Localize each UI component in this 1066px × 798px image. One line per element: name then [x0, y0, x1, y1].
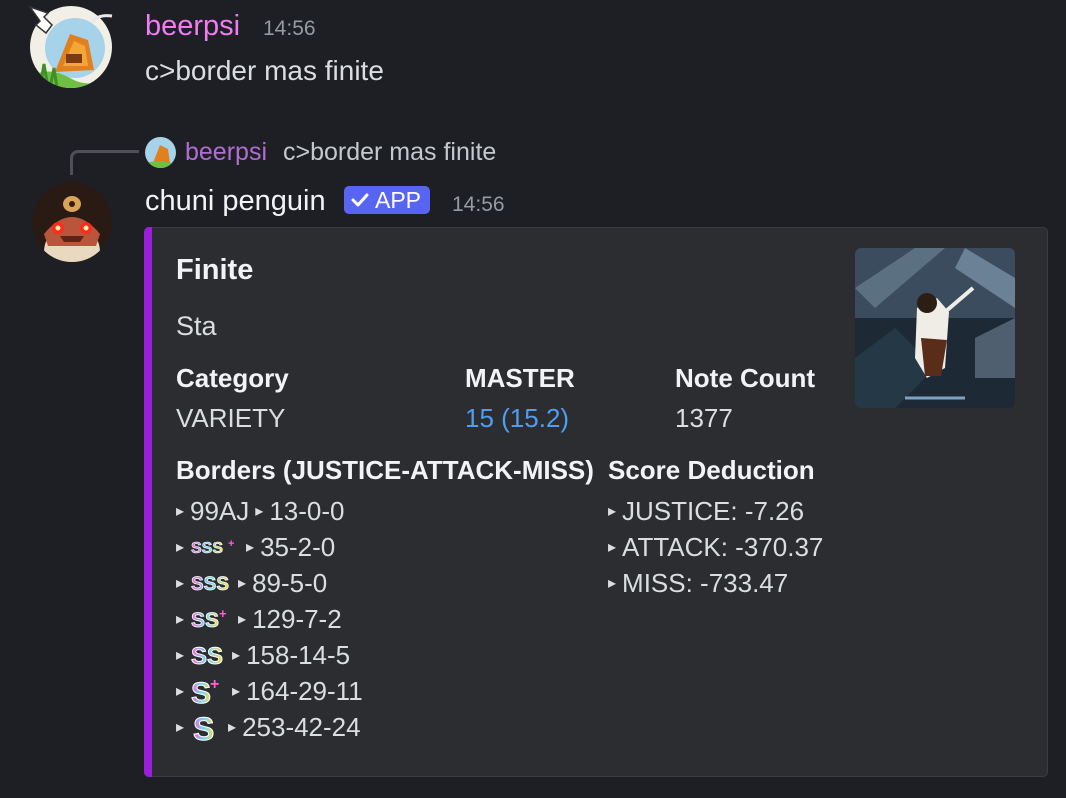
triangle-bullet-icon: ▸ — [608, 539, 617, 556]
sss-icon: SSS — [190, 572, 232, 594]
triangle-bullet-icon: ▸ — [608, 503, 617, 520]
triangle-bullet-icon: ▸ — [238, 575, 247, 592]
border-row: ▸ SSS ▸ 89-5-0 — [176, 566, 327, 600]
svg-text:+: + — [228, 538, 234, 550]
deduction-value: MISS: -733.47 — [622, 567, 789, 598]
field-score-deduction-name: Score Deduction — [608, 455, 815, 485]
triangle-bullet-icon: ▸ — [176, 503, 185, 520]
deduction-row: ▸ MISS: -733.47 — [608, 566, 788, 600]
svg-text:S: S — [193, 711, 214, 744]
sss-plus-icon: SSS + — [190, 537, 240, 557]
triangle-bullet-icon: ▸ — [228, 719, 237, 736]
app-badge-label: APP — [375, 186, 422, 213]
border-value: 158-14-5 — [246, 639, 351, 670]
svg-text:+: + — [210, 676, 219, 693]
triangle-bullet-icon: ▸ — [608, 575, 617, 592]
border-row: ▸ S + ▸ 164-29-11 — [176, 674, 363, 708]
field-borders-name: Borders (JUSTICE-ATTACK-MISS) — [176, 455, 594, 485]
field-notecount-name: Note Count — [675, 363, 816, 393]
svg-text:SS: SS — [191, 609, 219, 631]
deduction-value: ATTACK: -370.37 — [622, 531, 824, 562]
triangle-bullet-icon: ▸ — [176, 539, 185, 556]
border-value: 164-29-11 — [246, 675, 363, 706]
song-jacket-thumbnail[interactable] — [855, 248, 1015, 408]
border-value: 13-0-0 — [269, 495, 345, 526]
message-content: c>border mas finite — [145, 55, 384, 86]
triangle-bullet-icon: ▸ — [246, 539, 255, 556]
border-value: 89-5-0 — [252, 567, 328, 598]
embed-title[interactable]: Finite — [176, 254, 253, 287]
message-timestamp[interactable]: 14:56 — [263, 17, 316, 41]
s-plus-icon: S + — [190, 675, 226, 707]
author-name[interactable]: beerpsi — [145, 10, 240, 43]
app-badge: APP — [344, 186, 431, 214]
reply-connector — [70, 150, 139, 175]
reply-author[interactable]: beerpsi — [185, 138, 267, 167]
svg-text:SS: SS — [191, 643, 223, 668]
triangle-bullet-icon: ▸ — [255, 503, 264, 520]
border-row: ▸ SS + ▸ 129-7-2 — [176, 602, 342, 636]
triangle-bullet-icon: ▸ — [238, 611, 247, 628]
embed-accent-bar — [144, 227, 152, 777]
triangle-bullet-icon: ▸ — [176, 683, 185, 700]
svg-text:+: + — [219, 607, 227, 621]
triangle-bullet-icon: ▸ — [176, 719, 185, 736]
field-category-name: Category — [176, 363, 289, 393]
reply-avatar[interactable] — [145, 137, 176, 168]
pointing-hand-icon — [26, 3, 54, 42]
field-difficulty-value-link[interactable]: 15 (15.2) — [465, 403, 569, 434]
triangle-bullet-icon: ▸ — [232, 647, 241, 664]
deduction-value: JUSTICE: -7.26 — [622, 495, 805, 526]
triangle-bullet-icon: ▸ — [176, 575, 185, 592]
border-value: 253-42-24 — [242, 711, 361, 742]
border-row: ▸ 99AJ ▸ 13-0-0 — [176, 494, 344, 528]
border-value: 129-7-2 — [252, 603, 342, 634]
ss-plus-icon: SS + — [190, 607, 232, 631]
svg-text:SSS: SSS — [191, 574, 229, 594]
deduction-row: ▸ ATTACK: -370.37 — [608, 530, 823, 564]
border-rank-label: 99AJ — [190, 495, 250, 526]
checkmark-icon — [351, 193, 369, 207]
svg-text:S: S — [191, 677, 211, 707]
border-row: ▸ SS ▸ 158-14-5 — [176, 638, 350, 672]
triangle-bullet-icon: ▸ — [232, 683, 241, 700]
reply-content[interactable]: c>border mas finite — [283, 138, 496, 167]
field-category-value: VARIETY — [176, 403, 286, 433]
field-notecount-value: 1377 — [675, 403, 733, 433]
s-icon: S — [190, 710, 222, 745]
embed-description: Sta — [176, 311, 217, 341]
avatar-chuni-penguin[interactable] — [32, 182, 112, 262]
triangle-bullet-icon: ▸ — [176, 647, 185, 664]
border-row: ▸ SSS + ▸ 35-2-0 — [176, 530, 335, 564]
svg-text:SSS: SSS — [191, 540, 223, 557]
message-timestamp[interactable]: 14:56 — [452, 193, 505, 217]
triangle-bullet-icon: ▸ — [176, 611, 185, 628]
deduction-row: ▸ JUSTICE: -7.26 — [608, 494, 804, 528]
border-value: 35-2-0 — [260, 531, 336, 562]
author-name[interactable]: chuni penguin — [145, 185, 326, 218]
ss-icon: SS — [190, 642, 226, 668]
field-difficulty-name: MASTER — [465, 363, 575, 393]
border-row: ▸ S ▸ 253-42-24 — [176, 710, 361, 745]
brush-icon — [90, 12, 114, 31]
